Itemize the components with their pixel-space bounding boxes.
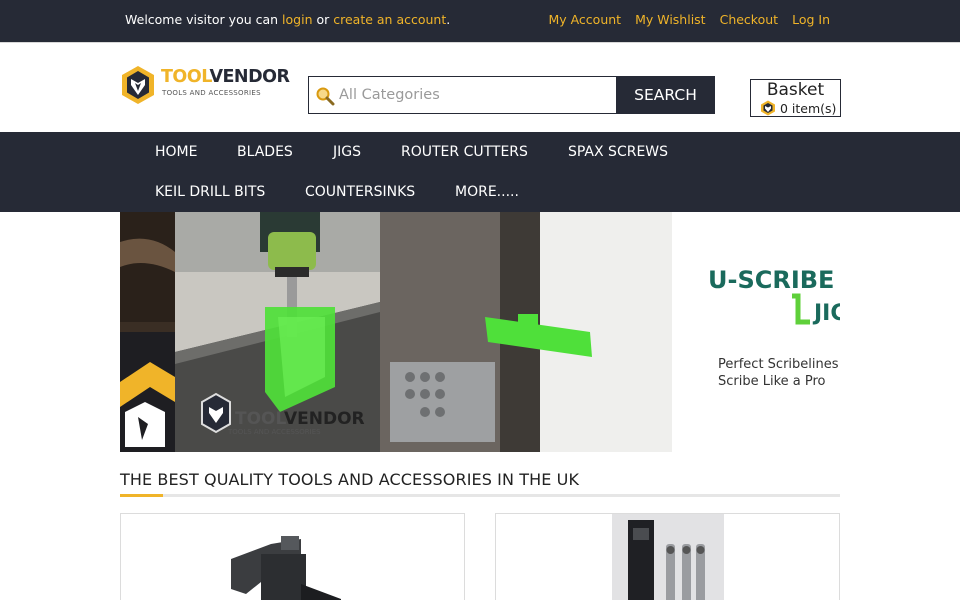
login-link[interactable]: login <box>282 12 312 27</box>
logo-tagline: TOOLS AND ACCESSORIES <box>162 89 261 97</box>
logo-mark-icon <box>122 66 154 104</box>
nav-item-blades[interactable]: BLADES <box>237 144 293 160</box>
product-card[interactable] <box>495 513 840 600</box>
product-image <box>612 514 724 600</box>
section-divider <box>120 494 840 497</box>
product-card[interactable] <box>120 513 465 600</box>
or-text: or <box>312 12 334 27</box>
top-bar: Welcome visitor you can login or create … <box>0 0 960 43</box>
my-account-link[interactable]: My Account <box>548 12 621 27</box>
welcome-period: . <box>446 12 451 27</box>
hero-banner[interactable]: TOOLVENDOR TOOLS AND ACCESSORIES U-SCRIB… <box>120 212 840 452</box>
nav-item-countersinks[interactable]: COUNTERSINKS <box>305 184 415 200</box>
my-wishlist-link[interactable]: My Wishlist <box>635 12 706 27</box>
banner-slogan-2: Scribe Like a Pro <box>718 374 826 389</box>
nav-item-spax-screws[interactable]: SPAX SCREWS <box>568 144 668 160</box>
search-input[interactable] <box>339 77 615 113</box>
basket-icon <box>761 100 775 116</box>
search-bar: SEARCH <box>308 76 715 114</box>
product-image <box>231 536 341 600</box>
nav-item-jigs[interactable]: JIGS <box>333 144 361 160</box>
banner-image: TOOLVENDOR TOOLS AND ACCESSORIES U-SCRIB… <box>120 212 840 452</box>
basket-widget[interactable]: Basket 0 item(s) <box>750 79 841 117</box>
search-icon <box>316 87 335 106</box>
section-title: THE BEST QUALITY TOOLS AND ACCESSORIES I… <box>120 470 580 489</box>
checkout-link[interactable]: Checkout <box>720 12 778 27</box>
section-accent-bar <box>120 494 163 497</box>
account-links: My Account My Wishlist Checkout Log In <box>548 12 830 27</box>
nav-item-more[interactable]: MORE..... <box>455 184 519 200</box>
basket-title: Basket <box>766 80 825 100</box>
create-account-link[interactable]: create an account <box>333 12 446 27</box>
nav-item-keil-drill-bits[interactable]: KEIL DRILL BITS <box>155 184 265 200</box>
search-button[interactable]: SEARCH <box>616 76 715 114</box>
welcome-message: Welcome visitor you can login or create … <box>125 12 450 27</box>
banner-logo-text: TOOLVENDOR <box>235 409 365 429</box>
basket-count: 0 item(s) <box>780 100 837 116</box>
site-header: TOOLVENDOR TOOLS AND ACCESSORIES SEARCH … <box>0 44 960 132</box>
banner-product-name-2: JIG <box>812 301 840 326</box>
banner-slogan-1: Perfect Scribelines <box>718 357 839 372</box>
site-logo[interactable]: TOOLVENDOR TOOLS AND ACCESSORIES <box>120 65 290 105</box>
main-nav: HOME BLADES JIGS ROUTER CUTTERS SPAX SCR… <box>0 132 960 212</box>
banner-logo-tagline: TOOLS AND ACCESSORIES <box>227 428 321 436</box>
logo-brand: TOOLVENDOR <box>161 67 290 87</box>
nav-item-home[interactable]: HOME <box>155 144 197 160</box>
banner-product-name: U-SCRIBE <box>708 266 834 294</box>
welcome-text: Welcome visitor you can <box>125 12 283 27</box>
basket-count-row: 0 item(s) <box>760 100 836 116</box>
nav-item-router-cutters[interactable]: ROUTER CUTTERS <box>401 144 528 160</box>
log-in-link[interactable]: Log In <box>792 12 830 27</box>
